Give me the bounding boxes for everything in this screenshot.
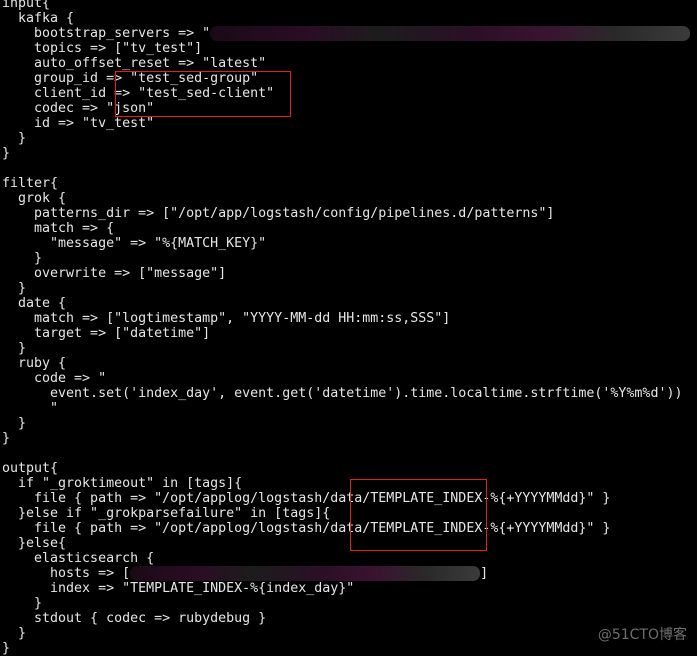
code-line: output{ xyxy=(2,461,690,476)
code-line: match => { xyxy=(2,221,690,236)
code-text: filter{ xyxy=(2,176,59,191)
code-line: auto_offset_reset => "latest" xyxy=(2,56,690,71)
code-line: } xyxy=(2,341,690,356)
code-line: topics => ["tv_test"] xyxy=(2,41,690,56)
code-text: } xyxy=(2,431,11,446)
code-line: code => " xyxy=(2,371,690,386)
code-text: " xyxy=(2,401,59,416)
hosts-close-bracket: ] xyxy=(480,566,489,581)
code-text: bootstrap_servers => " xyxy=(2,26,211,41)
code-text: topics => ["tv_test"] xyxy=(2,41,203,56)
code-line: kafka { xyxy=(2,11,690,26)
code-text: grok { xyxy=(2,191,67,206)
code-line: grok { xyxy=(2,191,690,206)
code-text: } xyxy=(2,416,27,431)
redacted-hosts xyxy=(130,566,481,581)
code-text: } xyxy=(2,281,27,296)
code-line: group_id => "test_sed-group" xyxy=(2,71,690,86)
code-line: } xyxy=(2,431,690,446)
redacted-servers xyxy=(210,26,691,41)
code-line: } xyxy=(2,416,690,431)
code-text: event.set('index_day', event.get('dateti… xyxy=(2,386,683,401)
code-text: if "_groktimeout" in [tags]{ xyxy=(2,476,243,491)
code-text: index => "TEMPLATE_INDEX-%{index_day}" xyxy=(2,581,355,596)
code-text: } xyxy=(2,341,27,356)
code-text: input{ xyxy=(2,0,51,11)
code-text: ruby { xyxy=(2,356,67,371)
code-line: filter{ xyxy=(2,176,690,191)
code-line: ruby { xyxy=(2,356,690,371)
code-line: }else if "_grokparsefailure" in [tags]{ xyxy=(2,506,690,521)
code-line: } xyxy=(2,251,690,266)
code-line: } xyxy=(2,131,690,146)
code-text: } xyxy=(2,596,43,611)
code-line: bootstrap_servers => " xyxy=(2,26,691,41)
code-line: "message" => "%{MATCH_KEY}" xyxy=(2,236,690,251)
code-text: } xyxy=(2,251,43,266)
code-text: "message" => "%{MATCH_KEY}" xyxy=(2,236,267,251)
code-text: } xyxy=(2,131,27,146)
code-line: " xyxy=(2,401,690,416)
code-text: output{ xyxy=(2,461,59,476)
highlight-box-output-path xyxy=(350,479,487,551)
highlight-box-kafka-ids xyxy=(115,71,291,117)
code-text: stdout { codec => rubydebug } xyxy=(2,611,267,626)
code-text: kafka { xyxy=(2,11,75,26)
code-line: input{ xyxy=(2,0,690,11)
code-line: } xyxy=(2,596,690,611)
code-line: client_id => "test_sed-client" xyxy=(2,86,690,101)
code-line: stdout { codec => rubydebug } xyxy=(2,611,690,626)
code-text: date { xyxy=(2,296,67,311)
watermark: @51CTO博客 xyxy=(597,627,687,643)
code-text: code => " xyxy=(2,371,107,386)
code-line: elasticsearch { xyxy=(2,551,690,566)
code-text: }else if "_grokparsefailure" in [tags]{ xyxy=(2,506,331,521)
code-line: } xyxy=(2,626,690,641)
code-line: }else{ xyxy=(2,536,690,551)
code-text: id => "tv_test" xyxy=(2,116,155,131)
code-line: index => "TEMPLATE_INDEX-%{index_day}" xyxy=(2,581,690,596)
code-text: } xyxy=(2,641,11,656)
code-text: } xyxy=(2,146,11,161)
code-text: target => ["datetime"] xyxy=(2,326,211,341)
code-line: codec => "json" xyxy=(2,101,690,116)
code-line: file { path => "/opt/applog/logstash/dat… xyxy=(2,491,690,506)
code-line: match => ["logtimestamp", "YYYY-MM-dd HH… xyxy=(2,311,690,326)
code-line: event.set('index_day', event.get('dateti… xyxy=(2,386,690,401)
code-line: hosts => [] xyxy=(2,566,690,581)
code-text: } xyxy=(2,626,27,641)
code-text: elasticsearch { xyxy=(2,551,155,566)
code-line: target => ["datetime"] xyxy=(2,326,690,341)
code-line: } xyxy=(2,146,690,161)
code-text: file { path => "/opt/applog/logstash/dat… xyxy=(2,491,611,506)
code-text: overwrite => ["message"] xyxy=(2,266,227,281)
code-text: patterns_dir => ["/opt/app/logstash/conf… xyxy=(2,206,555,221)
code-line: patterns_dir => ["/opt/app/logstash/conf… xyxy=(2,206,690,221)
terminal-code: input{ kafka { bootstrap_servers => " to… xyxy=(2,0,691,656)
code-text: match => { xyxy=(2,221,115,236)
code-line: } xyxy=(2,641,690,656)
code-line: file { path => "/opt/applog/logstash/dat… xyxy=(2,521,690,536)
code-text: hosts => [ xyxy=(2,566,131,581)
code-text: }else{ xyxy=(2,536,67,551)
code-text: match => ["logtimestamp", "YYYY-MM-dd HH… xyxy=(2,311,451,326)
code-line: date { xyxy=(2,296,690,311)
code-line: if "_groktimeout" in [tags]{ xyxy=(2,476,690,491)
code-line: overwrite => ["message"] xyxy=(2,266,690,281)
code-line: } xyxy=(2,281,690,296)
code-text: file { path => "/opt/applog/logstash/dat… xyxy=(2,521,611,536)
code-line: id => "tv_test" xyxy=(2,116,690,131)
code-text: auto_offset_reset => "latest" xyxy=(2,56,267,71)
